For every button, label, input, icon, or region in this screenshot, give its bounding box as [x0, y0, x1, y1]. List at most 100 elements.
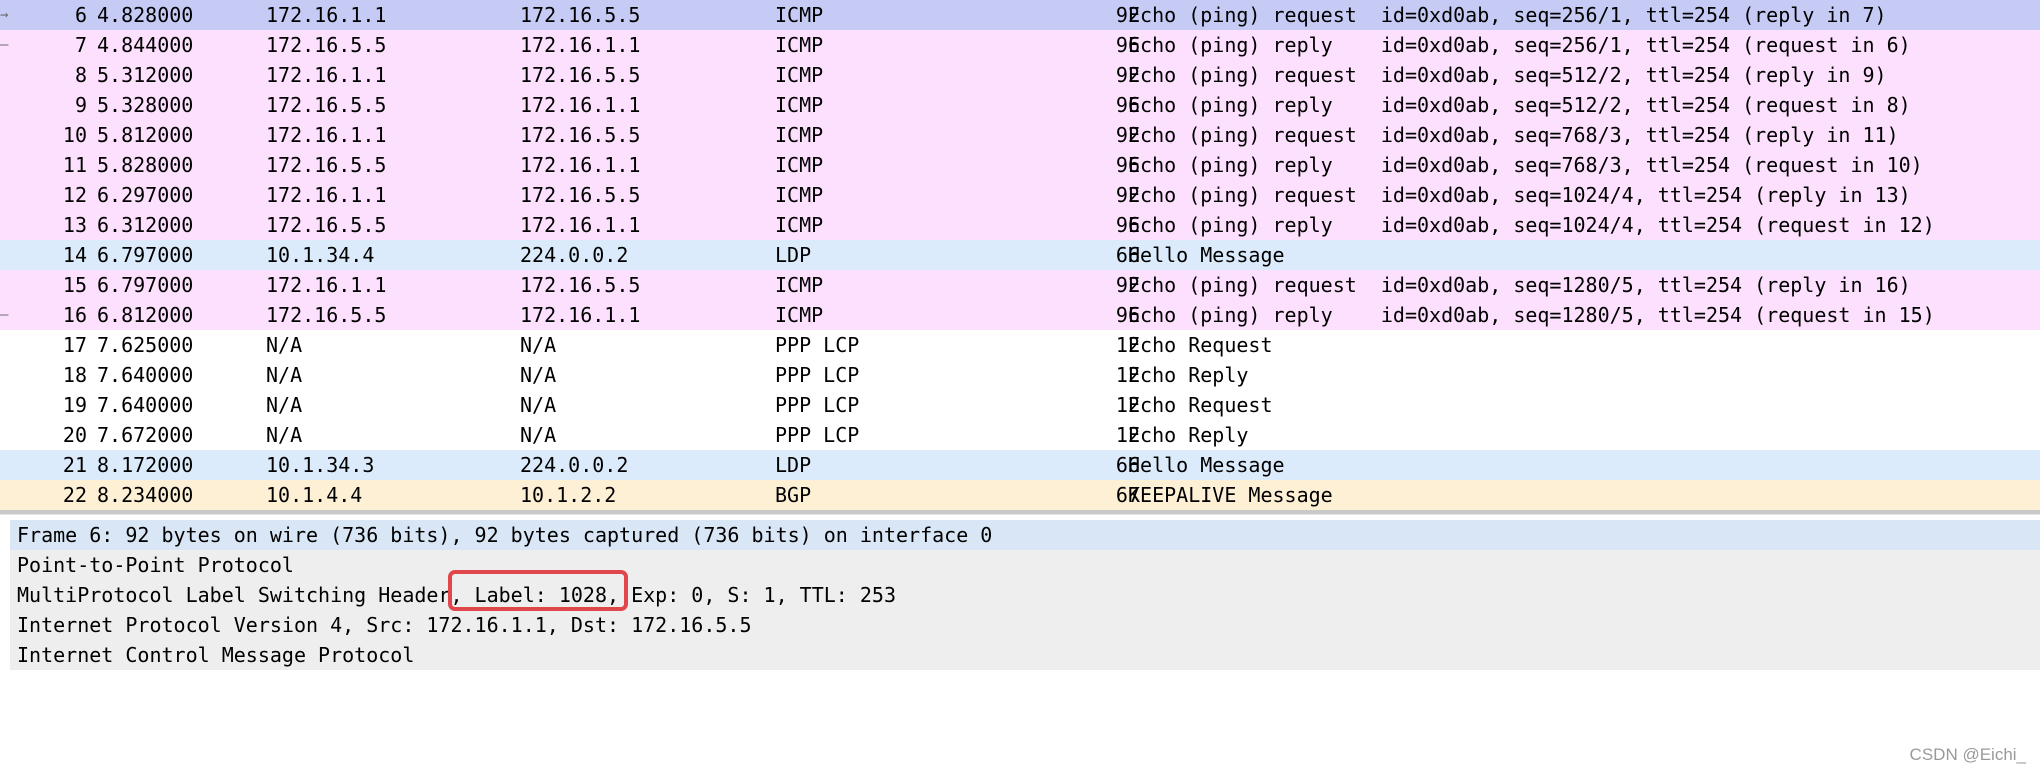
packet-details-pane: Frame 6: 92 bytes on wire (736 bits), 92… [10, 520, 2040, 670]
watermark: CSDN @Eichi_ [1909, 745, 2026, 764]
packet-row[interactable]: 12 6.297000 172.16.1.1 172.16.5.5 ICMP 92 Echo… [0, 180, 2040, 210]
packet-info: Echo (ping) request id=0xd0ab, seq=1024/… [1128, 183, 1911, 207]
packet-number: 17 [62, 333, 87, 357]
packet-destination: 172.16.5.5 [520, 3, 641, 27]
packet-time: 5.812000 [97, 123, 194, 147]
packet-info: Echo (ping) request id=0xd0ab, seq=512/2… [1128, 63, 1887, 87]
packet-number: 16 [62, 303, 87, 327]
packet-row[interactable]: 13 6.312000 172.16.5.5 172.16.1.1 ICMP 96 Echo… [0, 210, 2040, 240]
packet-number: 15 [62, 273, 87, 297]
packet-protocol: ICMP [775, 33, 824, 57]
packet-destination: 172.16.1.1 [520, 93, 641, 117]
packet-row[interactable]: –16 6.812000 172.16.5.5 172.16.1.1 ICMP 96 Ech… [0, 300, 2040, 330]
packet-destination: N/A [520, 363, 557, 387]
packet-number: 12 [62, 183, 87, 207]
packet-time: 5.328000 [97, 93, 194, 117]
packet-row[interactable]: –7 4.844000 172.16.5.5 172.16.1.1 ICMP 96 Echo… [0, 30, 2040, 60]
packet-info: Echo (ping) reply id=0xd0ab, seq=512/2, … [1128, 93, 1911, 117]
label-highlight-annotation [448, 570, 628, 611]
packet-protocol: ICMP [775, 153, 824, 177]
packet-time: 8.172000 [97, 453, 194, 477]
packet-row[interactable]: 11 5.828000 172.16.5.5 172.16.1.1 ICMP 96 Echo… [0, 150, 2040, 180]
packet-destination: 172.16.5.5 [520, 63, 641, 87]
packet-destination: 172.16.5.5 [520, 273, 641, 297]
packet-number: 14 [62, 243, 87, 267]
detail-frame[interactable]: Frame 6: 92 bytes on wire (736 bits), 92… [10, 520, 2040, 550]
packet-destination: 172.16.1.1 [520, 33, 641, 57]
packet-source: N/A [266, 363, 303, 387]
packet-row[interactable]: 21 8.172000 10.1.34.3 224.0.0.2 LDP 66 Hello M… [0, 450, 2040, 480]
packet-info: Echo Reply [1128, 423, 1249, 447]
packet-destination: 172.16.5.5 [520, 123, 641, 147]
packet-source: N/A [266, 423, 303, 447]
packet-destination: N/A [520, 333, 557, 357]
packet-protocol: ICMP [775, 183, 824, 207]
packet-time: 6.812000 [97, 303, 194, 327]
packet-source: 172.16.1.1 [266, 63, 387, 87]
packet-protocol: PPP LCP [775, 423, 860, 447]
packet-protocol: ICMP [775, 123, 824, 147]
packet-row[interactable]: 10 5.812000 172.16.1.1 172.16.5.5 ICMP 92 Echo… [0, 120, 2040, 150]
packet-source: 10.1.4.4 [266, 483, 363, 507]
packet-number: 11 [62, 153, 87, 177]
packet-row[interactable]: 20 7.672000 N/A N/A PPP LCP 12 Echo Reply [0, 420, 2040, 450]
packet-row[interactable]: 9 5.328000 172.16.5.5 172.16.1.1 ICMP 96 Echo … [0, 90, 2040, 120]
packet-number: 18 [62, 363, 87, 387]
packet-info: Echo Request [1128, 333, 1273, 357]
packet-protocol: ICMP [775, 303, 824, 327]
detail-icmp[interactable]: Internet Control Message Protocol [10, 640, 2040, 670]
packet-info: Echo (ping) request id=0xd0ab, seq=256/1… [1128, 3, 1887, 27]
packet-number: 21 [62, 453, 87, 477]
packet-time: 7.640000 [97, 363, 194, 387]
packet-number: 19 [62, 393, 87, 417]
detail-mpls[interactable]: MultiProtocol Label Switching Header, La… [10, 580, 2040, 610]
packet-destination: 172.16.5.5 [520, 183, 641, 207]
packet-row[interactable]: 14 6.797000 10.1.34.4 224.0.0.2 LDP 66 Hello M… [0, 240, 2040, 270]
packet-info: Echo Reply [1128, 363, 1249, 387]
packet-info: Echo (ping) reply id=0xd0ab, seq=256/1, … [1128, 33, 1911, 57]
packet-row[interactable]: 15 6.797000 172.16.1.1 172.16.5.5 ICMP 92 Echo… [0, 270, 2040, 300]
packet-time: 6.797000 [97, 243, 194, 267]
packet-number: 22 [62, 483, 87, 507]
packet-protocol: ICMP [775, 273, 824, 297]
packet-destination: 224.0.0.2 [520, 453, 629, 477]
packet-row[interactable]: 22 8.234000 10.1.4.4 10.1.2.2 BGP 67 KEEPALIVE… [0, 480, 2040, 510]
packet-source: 10.1.34.4 [266, 243, 375, 267]
packet-time: 8.234000 [97, 483, 194, 507]
packet-number: 10 [62, 123, 87, 147]
packet-destination: 172.16.1.1 [520, 213, 641, 237]
packet-protocol: LDP [775, 453, 812, 477]
packet-source: 172.16.5.5 [266, 93, 387, 117]
packet-protocol: PPP LCP [775, 363, 860, 387]
packet-row[interactable]: 19 7.640000 N/A N/A PPP LCP 12 Echo Request [0, 390, 2040, 420]
packet-number: 20 [62, 423, 87, 447]
packet-row[interactable]: 8 5.312000 172.16.1.1 172.16.5.5 ICMP 92 Echo … [0, 60, 2040, 90]
packet-time: 7.672000 [97, 423, 194, 447]
packet-source: 172.16.5.5 [266, 153, 387, 177]
detail-ipv4[interactable]: Internet Protocol Version 4, Src: 172.16… [10, 610, 2040, 640]
packet-protocol: ICMP [775, 213, 824, 237]
packet-source: 172.16.5.5 [266, 33, 387, 57]
packet-protocol: PPP LCP [775, 333, 860, 357]
pane-splitter[interactable] [0, 510, 2040, 515]
packet-row[interactable]: 17 7.625000 N/A N/A PPP LCP 12 Echo Request [0, 330, 2040, 360]
packet-protocol: PPP LCP [775, 393, 860, 417]
packet-destination: 172.16.1.1 [520, 303, 641, 327]
packet-time: 5.828000 [97, 153, 194, 177]
packet-source: 172.16.1.1 [266, 273, 387, 297]
packet-info: Echo (ping) reply id=0xd0ab, seq=1024/4,… [1128, 213, 1935, 237]
packet-protocol: LDP [775, 243, 812, 267]
packet-info: Hello Message [1128, 243, 1285, 267]
packet-protocol: BGP [775, 483, 812, 507]
packet-source: 10.1.34.3 [266, 453, 375, 477]
packet-info: Echo (ping) reply id=0xd0ab, seq=768/3, … [1128, 153, 1923, 177]
packet-info: KEEPALIVE Message [1128, 483, 1333, 507]
detail-ppp[interactable]: Point-to-Point Protocol [10, 550, 2040, 580]
packet-protocol: ICMP [775, 3, 824, 27]
packet-time: 4.844000 [97, 33, 194, 57]
packet-row[interactable]: 18 7.640000 N/A N/A PPP LCP 12 Echo Reply [0, 360, 2040, 390]
packet-list: → 6 4.828000 172.16.1.1 172.16.5.5 ICMP 92 Echo… [0, 0, 2040, 510]
packet-protocol: ICMP [775, 63, 824, 87]
packet-number: 6 [74, 3, 87, 27]
packet-row[interactable]: → 6 4.828000 172.16.1.1 172.16.5.5 ICMP 92 Echo… [0, 0, 2040, 30]
